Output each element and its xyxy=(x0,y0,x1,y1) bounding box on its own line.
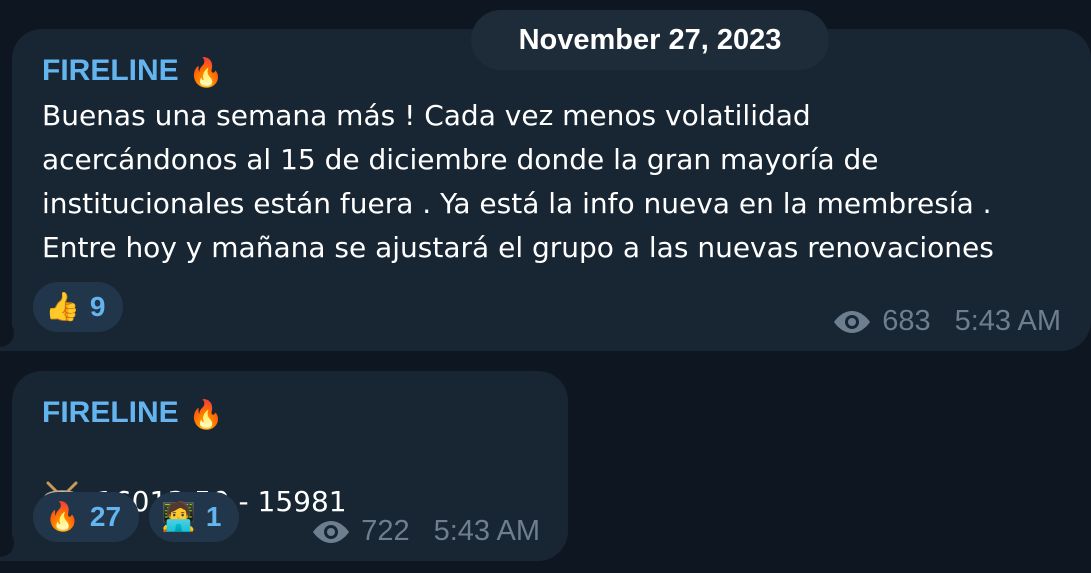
message-time: 5:43 AM xyxy=(954,305,1061,337)
message-meta: 683 5:43 AM xyxy=(832,305,1061,338)
message-author[interactable]: FIRELINE 🔥 xyxy=(42,54,224,89)
reactions-bar: 👍 9 xyxy=(33,282,124,332)
fire-icon: 🔥 xyxy=(45,501,80,532)
views-eye-icon xyxy=(834,310,871,333)
reaction-fire[interactable]: 🔥 27 xyxy=(33,492,140,542)
message-time: 5:43 AM xyxy=(433,515,540,547)
reaction-thumbs-up[interactable]: 👍 9 xyxy=(33,282,124,332)
thumbs-up-icon: 👍 xyxy=(45,291,80,322)
message-bubble[interactable]: FIRELINE🔥 16013.50 - 15981 🔥 27 🧑‍💻 1 xyxy=(12,371,568,561)
reaction-count: 27 xyxy=(89,501,122,532)
fire-emoji-icon: 🔥 xyxy=(188,399,224,430)
fire-emoji-icon: 🔥 xyxy=(188,57,224,88)
reaction-technologist[interactable]: 🧑‍💻 1 xyxy=(149,492,240,542)
view-count: 683 xyxy=(882,305,931,337)
message-author[interactable]: FIRELINE 🔥 xyxy=(42,396,224,431)
bubble-tail xyxy=(0,529,18,561)
reactions-bar: 🔥 27 🧑‍💻 1 xyxy=(33,492,240,542)
message-bubble[interactable]: FIRELINE 🔥 Buenas una semana más ! Cada v… xyxy=(12,29,1091,351)
chat-view: November 27, 2023 FIRELINE 🔥 Buenas una s… xyxy=(0,0,1091,573)
author-name: FIRELINE xyxy=(42,54,179,87)
bubble-tail xyxy=(0,319,18,351)
views-eye-icon xyxy=(313,520,350,543)
date-separator: November 27, 2023 xyxy=(471,10,829,70)
technologist-icon: 🧑‍💻 xyxy=(161,501,196,532)
message-text: Buenas una semana más ! Cada vez menos v… xyxy=(42,99,994,264)
reaction-count: 9 xyxy=(89,291,106,322)
view-count: 722 xyxy=(361,515,410,547)
author-name: FIRELINE xyxy=(42,396,179,429)
reaction-count: 1 xyxy=(205,501,222,532)
message-meta: 722 5:43 AM xyxy=(311,515,540,548)
